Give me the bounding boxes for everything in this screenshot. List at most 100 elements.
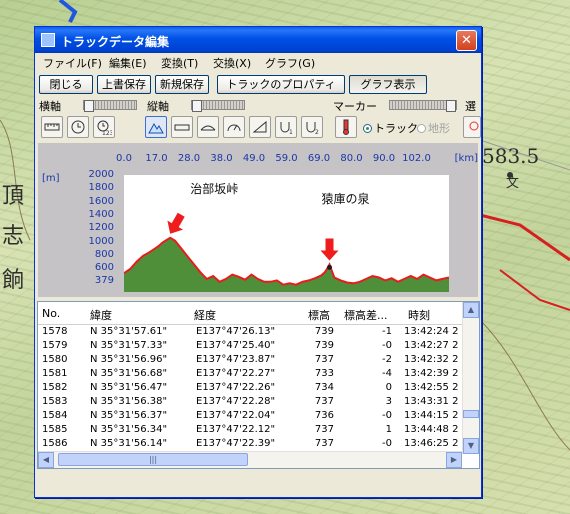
scroll-right-button[interactable]: ▶ bbox=[446, 452, 462, 468]
speed2-button[interactable]: 2 bbox=[301, 116, 323, 138]
axis-controls: 横軸 縦軸 マーカー 選 123 1 2 トラック 地形 bbox=[35, 97, 481, 143]
graph-display-button[interactable]: グラフ表示 bbox=[349, 75, 427, 94]
marker-label: マーカー bbox=[333, 100, 377, 113]
radio-track[interactable]: トラック bbox=[363, 120, 418, 136]
slider-thumb[interactable] bbox=[192, 100, 202, 112]
horizontal-scrollbar[interactable]: ◀ ||| ▶ bbox=[38, 451, 462, 468]
radio-terrain-label: 地形 bbox=[428, 122, 450, 135]
close-button[interactable]: 閉じる bbox=[39, 75, 93, 94]
cell-latitude: N 35°31'57.61" bbox=[90, 326, 168, 337]
time-axis-button[interactable] bbox=[67, 116, 89, 138]
column-header-latitude[interactable]: 緯度 bbox=[90, 307, 112, 323]
column-header-elevation[interactable]: 標高 bbox=[308, 307, 330, 323]
cell-elevation-diff: -2 bbox=[382, 354, 392, 365]
menu-file[interactable]: ファイル(F) bbox=[43, 55, 102, 71]
column-header-longitude[interactable]: 経度 bbox=[194, 307, 216, 323]
cell-elevation-diff: -1 bbox=[382, 326, 392, 337]
cell-no: 1580 bbox=[42, 354, 68, 365]
speed-icon-subscript: 2 bbox=[315, 129, 319, 135]
table-row[interactable]: 1584 N 35°31'56.37" E137°47'22.04" 736 -0 13:… bbox=[38, 410, 462, 424]
scroll-up-button[interactable]: ▲ bbox=[463, 302, 479, 318]
cell-no: 1581 bbox=[42, 368, 68, 379]
cell-time: 13:46:25 2 bbox=[404, 438, 459, 449]
distance-axis-button[interactable] bbox=[41, 116, 63, 138]
column-header-elevation-diff[interactable]: 標高差... bbox=[344, 307, 388, 323]
curve-graph-button[interactable] bbox=[197, 116, 219, 138]
chevron-down-icon: ▼ bbox=[467, 441, 475, 450]
map-label-elevation: 583.5 bbox=[482, 144, 540, 168]
menu-edit[interactable]: 編集(E) bbox=[109, 55, 147, 71]
radio-dot bbox=[417, 124, 426, 133]
y-tick-label: 1600 bbox=[88, 195, 114, 207]
select-tool-button[interactable] bbox=[463, 116, 481, 138]
elevation-graph-button[interactable] bbox=[145, 116, 167, 138]
title-bar[interactable]: トラックデータ編集 ✕ bbox=[35, 27, 481, 53]
table-row[interactable]: 1582 N 35°31'56.47" E137°47'22.26" 734 0 13:4… bbox=[38, 382, 462, 396]
radio-terrain[interactable]: 地形 bbox=[417, 120, 450, 136]
slider-thumb[interactable] bbox=[446, 100, 456, 112]
horizontal-axis-slider[interactable] bbox=[83, 100, 137, 112]
column-header-no[interactable]: No. bbox=[42, 307, 60, 320]
vertical-axis-slider[interactable] bbox=[191, 100, 245, 112]
table-row[interactable]: 1586 N 35°31'56.14" E137°47'22.39" 737 -0 13:… bbox=[38, 438, 462, 452]
speed1-button[interactable]: 1 bbox=[275, 116, 297, 138]
scroll-down-button[interactable]: ▼ bbox=[463, 438, 479, 454]
cell-elevation: 737 bbox=[314, 438, 334, 449]
map-label-kanji: 文 bbox=[506, 176, 520, 191]
time-order-button[interactable]: 123 bbox=[93, 116, 115, 138]
menu-convert[interactable]: 変換(T) bbox=[161, 55, 198, 71]
slider-thumb[interactable] bbox=[84, 100, 94, 112]
vertical-scroll-thumb[interactable] bbox=[463, 410, 479, 418]
plot-area[interactable]: 治部坂峠 猿庫の泉 bbox=[123, 175, 450, 292]
horizontal-scroll-thumb[interactable]: ||| bbox=[58, 453, 248, 466]
cell-time: 13:44:48 2 bbox=[404, 424, 459, 435]
x-tick-label: 0.0 bbox=[116, 153, 132, 164]
cell-elevation: 737 bbox=[314, 396, 334, 407]
flat-graph-button[interactable] bbox=[171, 116, 193, 138]
table-row[interactable]: 1585 N 35°31'56.34" E137°47'22.12" 737 1 13:4… bbox=[38, 424, 462, 438]
cell-no: 1579 bbox=[42, 340, 68, 351]
x-tick-label: 49.0 bbox=[242, 153, 266, 164]
close-window-button[interactable]: ✕ bbox=[456, 30, 477, 51]
table-row[interactable]: 1581 N 35°31'56.68" E137°47'22.27" 733 -4 13:… bbox=[38, 368, 462, 382]
table-row[interactable]: 1580 N 35°31'56.96" E137°47'23.87" 737 -2 13:… bbox=[38, 354, 462, 368]
cell-elevation: 736 bbox=[314, 410, 334, 421]
curve-icon bbox=[200, 125, 216, 131]
cell-time: 13:42:32 2 bbox=[404, 354, 459, 365]
annotation-arrow bbox=[167, 212, 185, 234]
table-row[interactable]: 1583 N 35°31'56.38" E137°47'22.28" 737 3 13:4… bbox=[38, 396, 462, 410]
cell-latitude: N 35°31'56.96" bbox=[90, 354, 168, 365]
menu-graph[interactable]: グラフ(G) bbox=[265, 55, 315, 71]
cell-time: 13:42:55 2 bbox=[404, 382, 459, 393]
marker-style-button[interactable] bbox=[335, 116, 357, 138]
table-row[interactable]: 1578 N 35°31'57.61" E137°47'26.13" 739 -1 13:… bbox=[38, 326, 462, 340]
track-properties-button[interactable]: トラックのプロパティ bbox=[217, 75, 345, 94]
cell-latitude: N 35°31'56.38" bbox=[90, 396, 168, 407]
cell-no: 1583 bbox=[42, 396, 68, 407]
cell-time: 13:42:39 2 bbox=[404, 368, 459, 379]
menu-exchange[interactable]: 交換(X) bbox=[213, 55, 251, 71]
y-axis-ticks: 2000 1800 1600 1400 1200 1000 800 600 379 bbox=[38, 143, 114, 297]
bar-icon bbox=[174, 124, 190, 131]
y-tick-label: 2000 bbox=[88, 169, 114, 180]
x-axis-unit: [km] bbox=[454, 153, 478, 164]
grip-icon: ||| bbox=[148, 455, 158, 464]
overwrite-save-button[interactable]: 上書保存 bbox=[97, 75, 151, 94]
chevron-left-icon: ◀ bbox=[42, 455, 50, 464]
x-tick-label: 28.0 bbox=[177, 153, 201, 164]
speedometer-button[interactable] bbox=[223, 116, 245, 138]
annotation-arrow bbox=[320, 238, 339, 261]
cell-longitude: E137°47'22.27" bbox=[196, 368, 276, 379]
elevation-chart[interactable]: [km] [m] 0.0 17.0 28.0 38.0 49.0 59.0 69.0 80.0… bbox=[38, 143, 478, 297]
cell-longitude: E137°47'22.39" bbox=[196, 438, 276, 449]
vertical-scrollbar[interactable]: ▲ ▼ bbox=[462, 302, 479, 454]
column-header-time[interactable]: 時刻 bbox=[408, 307, 430, 323]
speed-icon: 1 bbox=[280, 122, 293, 135]
table-row[interactable]: 1579 N 35°31'57.33" E137°47'25.40" 739 -0 13:… bbox=[38, 340, 462, 354]
elevation-profile: 治部坂峠猿庫の泉 bbox=[123, 181, 450, 292]
slope-button[interactable] bbox=[249, 116, 271, 138]
marker-slider[interactable] bbox=[389, 100, 457, 112]
scroll-left-button[interactable]: ◀ bbox=[38, 452, 54, 468]
new-save-button[interactable]: 新規保存 bbox=[155, 75, 209, 94]
cell-latitude: N 35°31'56.37" bbox=[90, 410, 168, 421]
